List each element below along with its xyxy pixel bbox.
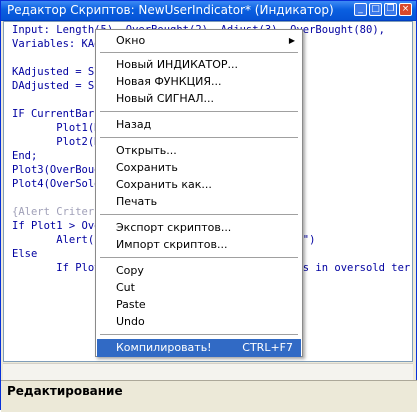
minimize-icon: _ <box>358 4 363 14</box>
menu-item-new-function[interactable]: Новая ФУНКЦИЯ... <box>97 73 301 91</box>
menu-separator <box>100 52 298 53</box>
menu-item-new-indicator[interactable]: Новый ИНДИКАТОР... <box>97 56 301 74</box>
menu-item-compile[interactable]: Компилировать! CTRL+F7 <box>97 339 301 357</box>
menu-item-label: Печать <box>116 195 158 208</box>
menu-item-label: Paste <box>116 298 146 311</box>
maximize-button[interactable]: □ <box>369 3 382 16</box>
close-button[interactable]: × <box>399 3 412 16</box>
menu-item-open[interactable]: Открыть... <box>97 142 301 160</box>
menu-item-label: Импорт скриптов... <box>116 238 228 251</box>
status-bar: Редактирование <box>1 380 417 412</box>
menu-item-export-scripts[interactable]: Экспорт скриптов... <box>97 219 301 237</box>
minimize-button[interactable]: _ <box>354 3 367 16</box>
menu-item-undo[interactable]: Undo <box>97 313 301 331</box>
horizontal-scrollbar[interactable] <box>3 363 413 381</box>
maximize-icon: □ <box>371 4 380 14</box>
menu-separator <box>100 257 298 258</box>
menu-item-label: Copy <box>116 264 144 277</box>
menu-item-save[interactable]: Сохранить <box>97 159 301 177</box>
menu-separator <box>100 137 298 138</box>
menu-item-label: Новый ИНДИКАТОР... <box>116 58 238 71</box>
script-editor-window: Редактор Скриптов: NewUserIndicator* (Ин… <box>0 0 417 412</box>
menu-item-label: Сохранить <box>116 161 178 174</box>
menu-item-save-as[interactable]: Сохранить как... <box>97 176 301 194</box>
code-line: End; <box>12 150 38 162</box>
menu-item-window[interactable]: Окно ▶ <box>97 32 301 50</box>
menu-item-label: Сохранить как... <box>116 178 212 191</box>
menu-item-print[interactable]: Печать <box>97 193 301 211</box>
menu-item-cut[interactable]: Cut <box>97 279 301 297</box>
menu-item-import-scripts[interactable]: Импорт скриптов... <box>97 236 301 254</box>
close-icon: × <box>401 4 410 14</box>
menu-item-label: Cut <box>116 281 135 294</box>
restore-button[interactable]: ❐ <box>384 3 397 16</box>
menu-item-label: Новая ФУНКЦИЯ... <box>116 75 222 88</box>
menu-item-label: Назад <box>116 118 152 131</box>
menu-item-label: Undo <box>116 315 145 328</box>
menu-separator <box>100 214 298 215</box>
title-bar[interactable]: Редактор Скриптов: NewUserIndicator* (Ин… <box>1 1 416 21</box>
menu-item-paste[interactable]: Paste <box>97 296 301 314</box>
menu-item-label: Компилировать! <box>116 341 212 354</box>
status-text: Редактирование <box>7 384 123 398</box>
menu-separator <box>100 111 298 112</box>
window-title: Редактор Скриптов: NewUserIndicator* (Ин… <box>7 3 334 17</box>
restore-icon: ❐ <box>386 4 395 14</box>
menu-item-back[interactable]: Назад <box>97 116 301 134</box>
context-menu: Окно ▶ Новый ИНДИКАТОР... Новая ФУНКЦИЯ.… <box>95 29 303 357</box>
menu-item-label: Новый СИГНАЛ... <box>116 92 214 105</box>
menu-item-new-signal[interactable]: Новый СИГНАЛ... <box>97 90 301 108</box>
menu-item-label: Окно <box>116 34 146 47</box>
menu-item-shortcut: CTRL+F7 <box>242 341 293 354</box>
code-line: Else <box>12 248 38 260</box>
submenu-arrow-icon: ▶ <box>288 36 295 45</box>
menu-item-label: Открыть... <box>116 144 177 157</box>
menu-separator <box>100 334 298 335</box>
menu-item-copy[interactable]: Copy <box>97 262 301 280</box>
menu-item-label: Экспорт скриптов... <box>116 221 232 234</box>
